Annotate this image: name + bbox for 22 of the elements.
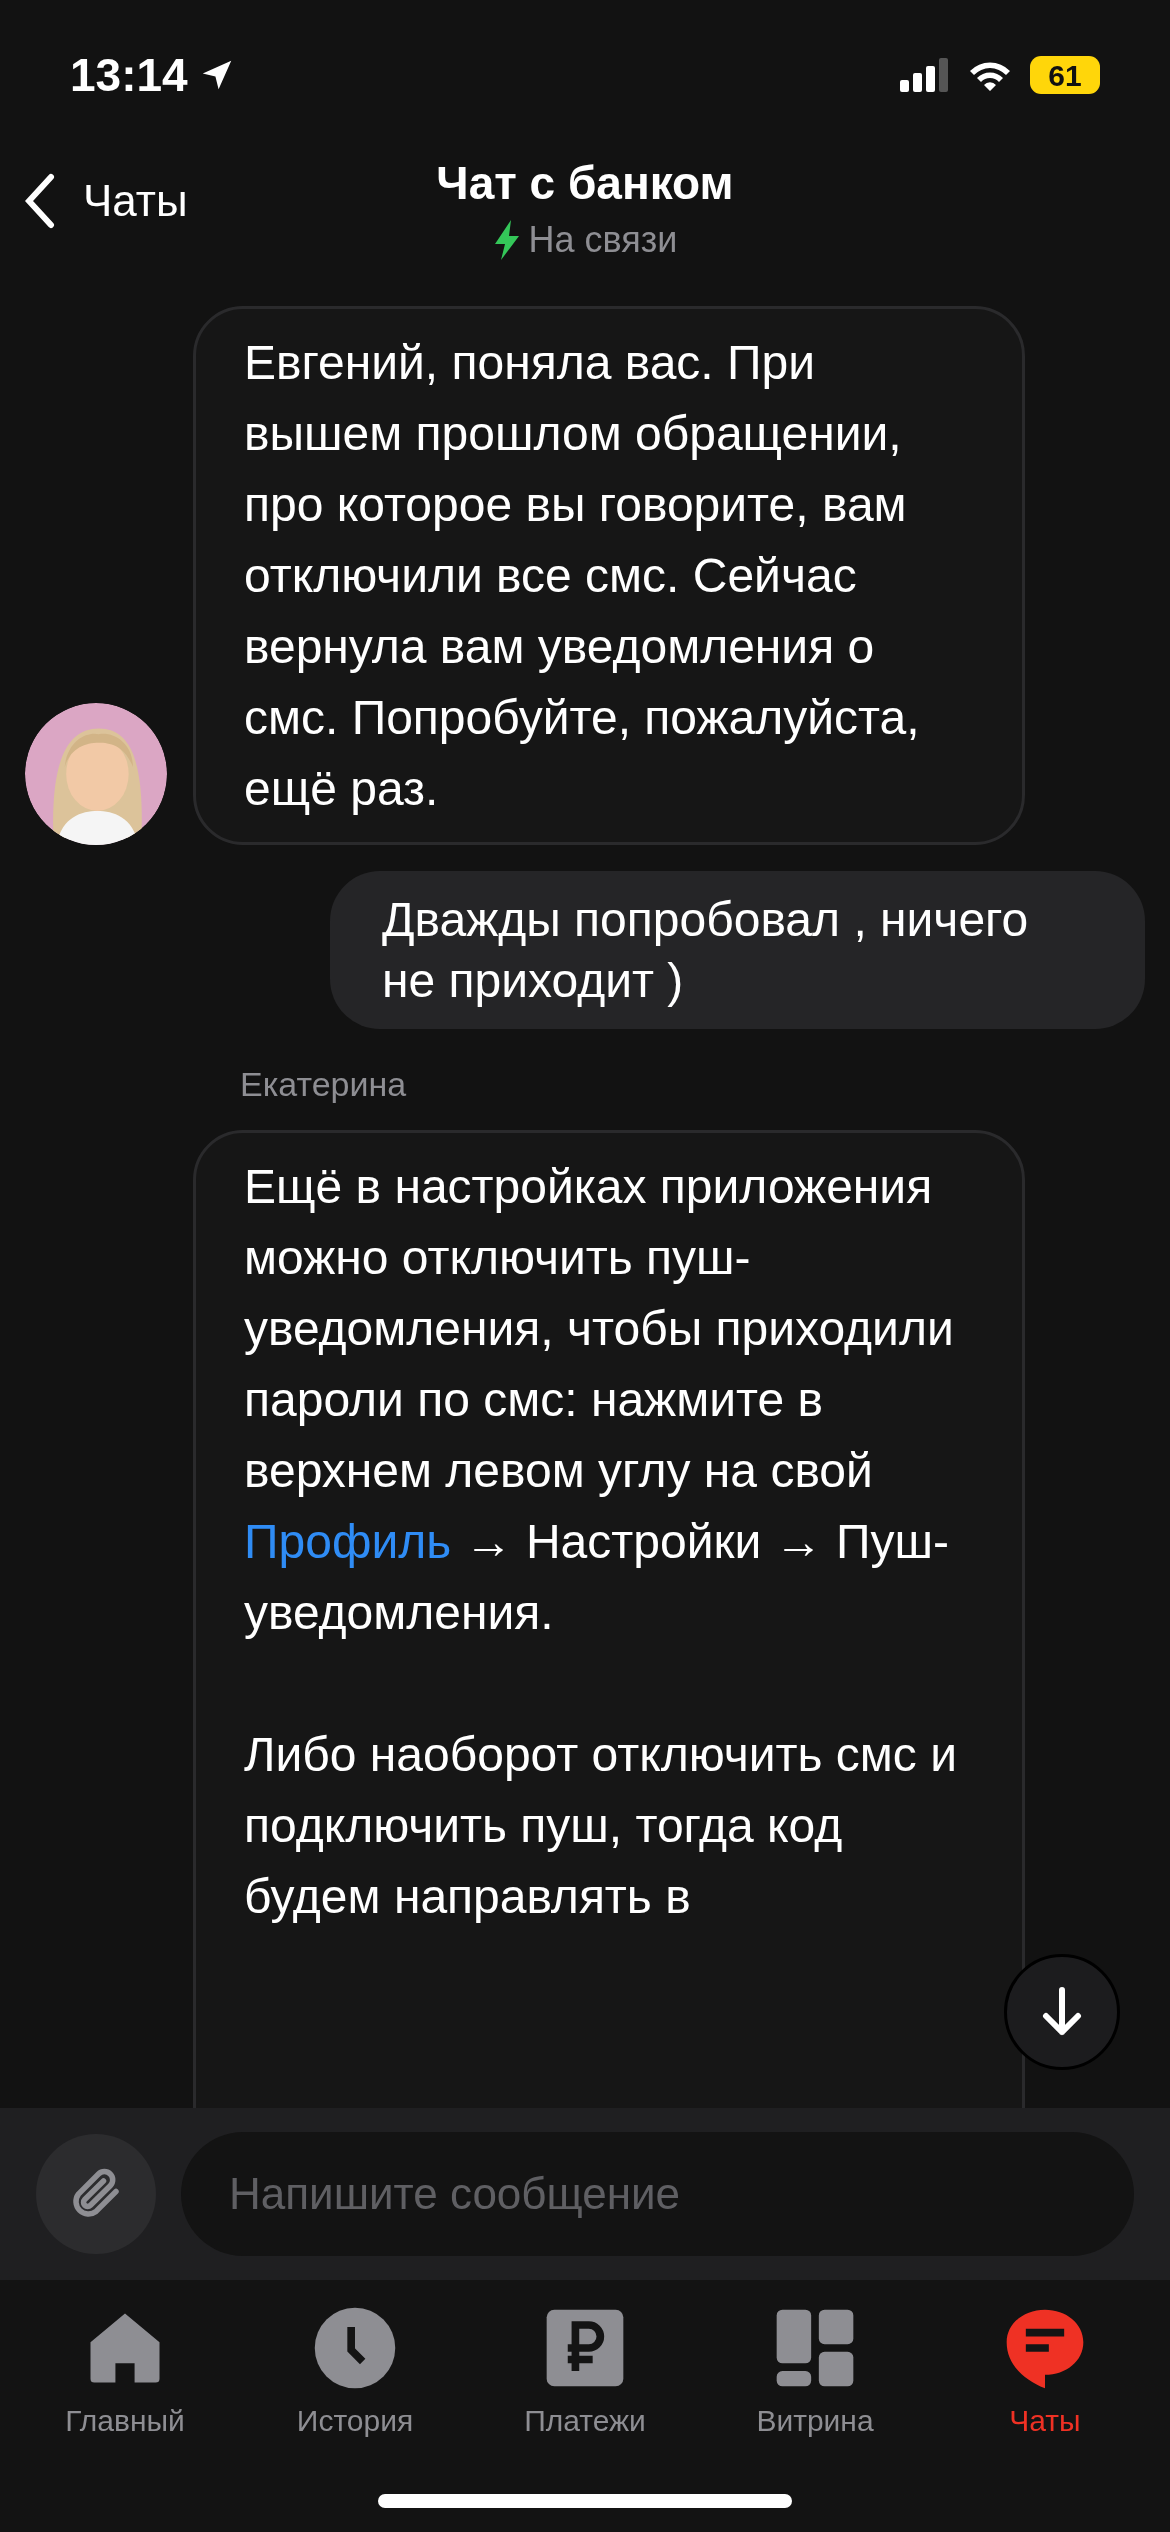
signal-icon — [900, 58, 950, 92]
message-text: Евгений, поняла вас. При вышем прошлом обращении, про которое вы говорите, вам отключили все смс. Сейчас вернула вам уведомления о смс. Попробуйте, пожалуйста, ещё раз. — [244, 335, 921, 817]
back-button[interactable]: Чаты — [25, 168, 188, 234]
message-input[interactable]: Напишите сообщение — [181, 2132, 1134, 2256]
battery-indicator: 61 — [1030, 56, 1100, 94]
chevron-left-icon — [25, 173, 55, 229]
profile-link[interactable]: Профиль — [244, 1515, 452, 1568]
online-status: На связи — [528, 218, 678, 262]
tab-bar-item[interactable]: Главный — [20, 2302, 230, 2443]
message-text: Либо наоборот отключить смс и подключить пуш, тогда код будем направлять в — [244, 1727, 958, 1925]
tab-bar-item[interactable]: История — [250, 2302, 460, 2443]
sender-name: Екатерина — [239, 1064, 408, 1105]
message-text: Дважды попробовал , ничего не приходит ) — [382, 892, 1030, 1009]
tab-bar-item[interactable]: Чаты — [940, 2302, 1150, 2443]
chat-title: Чат с банком — [436, 156, 734, 211]
arrow-down-icon — [1040, 1986, 1084, 2038]
message-text: Ещё в настройках приложения можно отключить пуш-уведомления, чтобы приходили пароли по смс: нажмите в верхнем левом углу на свой Профиль → Настройки → Пуш-уведомления. — [244, 1159, 955, 1641]
status-time: 13:14 — [70, 47, 188, 103]
avatar-icon — [25, 703, 167, 845]
tab-bar-item[interactable]: Витрина — [710, 2302, 920, 2443]
lightning-icon — [492, 220, 521, 260]
tab-bar-item[interactable]: Платежи — [480, 2302, 690, 2443]
